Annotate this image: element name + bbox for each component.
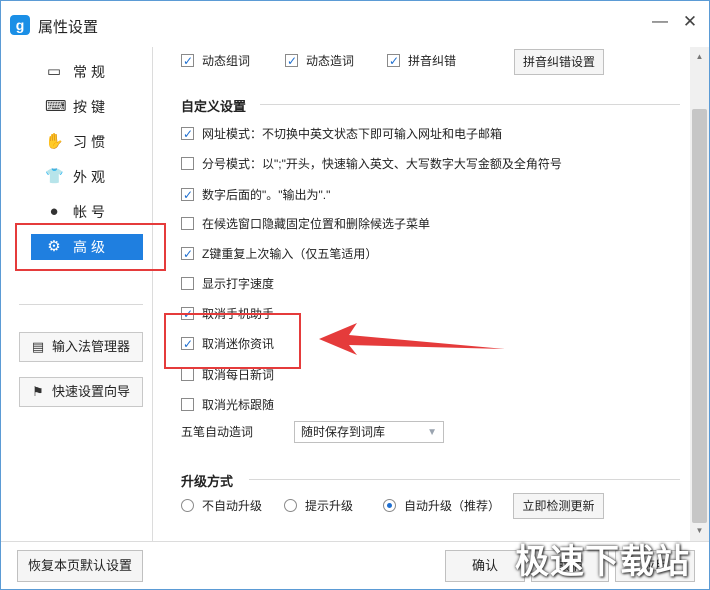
sidebar-item-label: 按键 bbox=[73, 99, 109, 115]
ok-button[interactable]: 确认 bbox=[445, 550, 525, 582]
wubi-auto-word-select[interactable]: 随时保存到词库 ▼ bbox=[294, 421, 444, 443]
option-label: 自动升级（推荐） bbox=[404, 499, 501, 513]
checkbox[interactable] bbox=[181, 304, 194, 324]
option-url-mode[interactable]: 网址模式：不切换中英文状态下即可输入网址和电子邮箱 bbox=[181, 124, 502, 144]
flag-icon: ⚑ bbox=[32, 384, 44, 399]
settings-window: g 属性设置 — ✕ ▭ 常规 ⌨ 按键 ✋ 习惯 👕 外观 ● 帐号 ⚙ 高级 bbox=[0, 0, 710, 590]
chevron-down-icon: ▼ bbox=[427, 427, 437, 438]
option-pinyin-correction[interactable]: 拼音纠错 bbox=[387, 51, 456, 71]
shirt-icon: 👕 bbox=[45, 168, 64, 185]
option-label: 取消手机助手 bbox=[202, 307, 275, 321]
option-label: 不自动升级 bbox=[202, 499, 263, 513]
sidebar-item-habits[interactable]: ✋ 习惯 bbox=[31, 129, 143, 155]
content-scrollbar[interactable]: ▲ ▼ bbox=[690, 47, 709, 541]
checkbox[interactable] bbox=[181, 157, 194, 171]
radio-no-auto-upgrade[interactable]: 不自动升级 bbox=[181, 496, 262, 516]
option-cancel-phone-assistant[interactable]: 取消手机助手 bbox=[181, 304, 274, 324]
check-update-button[interactable]: 立即检测更新 bbox=[513, 493, 604, 519]
title-bar: g 属性设置 — ✕ bbox=[1, 1, 709, 47]
checkbox[interactable] bbox=[181, 185, 194, 205]
ime-manager-label: 输入法管理器 bbox=[52, 339, 131, 354]
sidebar-item-label: 常规 bbox=[73, 64, 109, 80]
option-dynamic-phrase[interactable]: 动态组词 bbox=[181, 51, 250, 71]
option-label: 显示打字速度 bbox=[202, 277, 275, 291]
quick-setup-wizard-button[interactable]: ⚑ 快速设置向导 bbox=[19, 377, 143, 407]
sidebar-item-keys[interactable]: ⌨ 按键 bbox=[31, 94, 143, 120]
pinyin-correction-settings-button[interactable]: 拼音纠错设置 bbox=[514, 49, 604, 75]
option-semicolon-mode[interactable]: 分号模式：以";"开头，快速输入英文、大写数字大写金额及全角符号 bbox=[181, 154, 562, 174]
checkbox[interactable] bbox=[181, 368, 194, 382]
option-cancel-daily-words[interactable]: 取消每日新词 bbox=[181, 365, 274, 385]
ime-manager-button[interactable]: ▤ 输入法管理器 bbox=[19, 332, 143, 362]
wubi-auto-word-label: 五笔自动造词 bbox=[181, 425, 254, 439]
restore-defaults-button[interactable]: 恢复本页默认设置 bbox=[17, 550, 143, 582]
select-value: 随时保存到词库 bbox=[301, 425, 386, 439]
sidebar-item-account[interactable]: ● 帐号 bbox=[31, 199, 143, 225]
scroll-down-icon[interactable]: ▼ bbox=[690, 523, 709, 539]
option-typing-speed[interactable]: 显示打字速度 bbox=[181, 274, 274, 294]
option-label: 分号模式：以";"开头，快速输入英文、大写数字大写金额及全角符号 bbox=[202, 157, 562, 171]
option-label: 在候选窗口隐藏固定位置和删除候选子菜单 bbox=[202, 217, 431, 231]
gear-icon: ⚙ bbox=[47, 238, 61, 255]
checkbox[interactable] bbox=[181, 334, 194, 354]
section-divider bbox=[260, 104, 680, 105]
option-label: 提示升级 bbox=[305, 499, 354, 513]
sidebar-item-label: 外观 bbox=[73, 169, 109, 185]
option-label: 取消迷你资讯 bbox=[202, 337, 275, 351]
hand-icon: ✋ bbox=[45, 133, 64, 150]
option-label: 取消每日新词 bbox=[202, 368, 275, 382]
custom-settings-title: 自定义设置 bbox=[181, 99, 247, 114]
radio[interactable] bbox=[383, 499, 396, 513]
close-button[interactable]: ✕ bbox=[681, 13, 699, 31]
sidebar-item-label: 习惯 bbox=[73, 134, 109, 150]
checkbox[interactable] bbox=[285, 51, 298, 71]
option-label: 动态造词 bbox=[306, 54, 355, 68]
checkbox[interactable] bbox=[181, 244, 194, 264]
minimize-button[interactable]: — bbox=[651, 13, 669, 31]
option-dynamic-word[interactable]: 动态造词 bbox=[285, 51, 354, 71]
checkbox[interactable] bbox=[181, 277, 194, 291]
app-logo-icon: g bbox=[10, 15, 30, 35]
sidebar-item-label: 高级 bbox=[73, 239, 109, 255]
radio-auto-upgrade[interactable]: 自动升级（推荐） bbox=[383, 496, 500, 516]
option-label: 拼音纠错 bbox=[408, 54, 457, 68]
checkbox[interactable] bbox=[181, 124, 194, 144]
option-label: Z键重复上次输入（仅五笔适用） bbox=[202, 247, 378, 261]
option-cancel-cursor-follow[interactable]: 取消光标跟随 bbox=[181, 395, 274, 415]
option-label: 取消光标跟随 bbox=[202, 398, 275, 412]
sidebar-item-advanced[interactable]: ⚙ 高级 bbox=[31, 234, 143, 260]
user-icon: ● bbox=[49, 203, 59, 220]
option-label: 网址模式：不切换中英文状态下即可输入网址和电子邮箱 bbox=[202, 127, 503, 141]
option-number-period[interactable]: 数字后面的"。"输出为"." bbox=[181, 185, 330, 205]
keyboard-icon: ⌨ bbox=[45, 98, 67, 115]
monitor-icon: ▭ bbox=[46, 63, 62, 80]
quick-setup-wizard-label: 快速设置向导 bbox=[52, 384, 131, 399]
checkbox[interactable] bbox=[181, 51, 194, 71]
option-z-key-repeat[interactable]: Z键重复上次输入（仅五笔适用） bbox=[181, 244, 377, 264]
radio-prompt-upgrade[interactable]: 提示升级 bbox=[284, 496, 353, 516]
checkbox[interactable] bbox=[181, 398, 194, 412]
scroll-up-icon[interactable]: ▲ bbox=[690, 49, 709, 65]
sidebar-divider bbox=[19, 304, 143, 305]
option-hide-candidate-menu[interactable]: 在候选窗口隐藏固定位置和删除候选子菜单 bbox=[181, 214, 430, 234]
option-cancel-mini-news[interactable]: 取消迷你资讯 bbox=[181, 334, 274, 354]
sidebar-item-label: 帐号 bbox=[73, 204, 109, 220]
upgrade-title: 升级方式 bbox=[181, 474, 234, 489]
radio[interactable] bbox=[284, 499, 297, 513]
settings-content: 动态组词 动态造词 拼音纠错 拼音纠错设置 自定义设置 网址模式：不切换中英文状… bbox=[154, 47, 690, 541]
checkbox[interactable] bbox=[181, 217, 194, 231]
radio[interactable] bbox=[181, 499, 194, 513]
list-icon: ▤ bbox=[31, 339, 45, 354]
option-label: 数字后面的"。"输出为"." bbox=[202, 188, 331, 202]
sidebar-item-appearance[interactable]: 👕 外观 bbox=[31, 164, 143, 190]
window-title: 属性设置 bbox=[38, 19, 99, 36]
sidebar: ▭ 常规 ⌨ 按键 ✋ 习惯 👕 外观 ● 帐号 ⚙ 高级 ▤ 输入法管理器 ⚑… bbox=[1, 47, 153, 541]
option-label: 动态组词 bbox=[202, 54, 251, 68]
sidebar-item-general[interactable]: ▭ 常规 bbox=[31, 59, 143, 85]
watermark-text: 极速下载站 bbox=[515, 543, 690, 581]
section-divider bbox=[249, 479, 680, 480]
checkbox[interactable] bbox=[387, 51, 400, 71]
scroll-thumb[interactable] bbox=[692, 109, 707, 523]
